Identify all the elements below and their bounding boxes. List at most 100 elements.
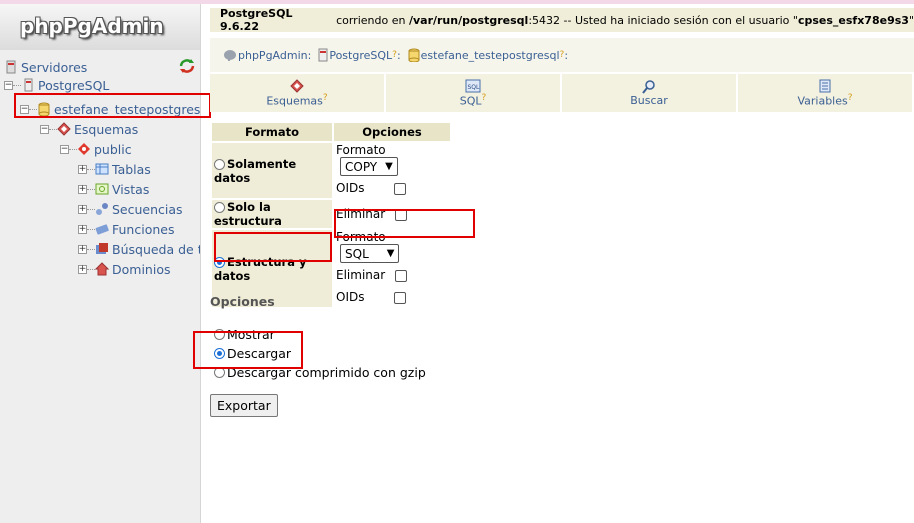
tree-servers[interactable]: Servidores	[4, 58, 87, 76]
tab-label: SQL	[459, 94, 482, 108]
radio-data-only[interactable]	[214, 158, 225, 170]
highlight-download	[193, 331, 303, 369]
logo[interactable]: phpPgAdmin	[0, 4, 200, 50]
tree-label: Vistas	[112, 181, 150, 197]
tree-label: Esquemas	[74, 121, 139, 137]
tree-label: PostgreSQL	[38, 77, 110, 93]
topbar-text: :5432 -- Usted ha iniciado sesión con el…	[528, 13, 798, 27]
help-icon[interactable]: ?	[392, 50, 397, 60]
help-icon[interactable]: ?	[482, 93, 487, 103]
tab-label: Esquemas	[266, 94, 323, 108]
server-icon	[318, 48, 328, 62]
help-icon[interactable]: ?	[848, 93, 853, 103]
tab-label: Buscar	[630, 93, 668, 107]
breadcrumb-database-label: estefane_testepostgresql	[420, 48, 560, 62]
data-format-select[interactable]: COPY ▼	[340, 157, 398, 176]
export-button[interactable]: Exportar	[210, 394, 278, 417]
data-oids-checkbox[interactable]	[394, 182, 407, 195]
chevron-down-icon: ▼	[385, 161, 393, 172]
header-options: Opciones	[334, 123, 450, 141]
schemas-icon	[57, 122, 71, 136]
tree-item-funciones[interactable]: + Funciones	[78, 220, 174, 238]
tab-buscar[interactable]: Buscar	[562, 74, 738, 112]
login-user: cpses_esfx78e9s3	[797, 13, 909, 27]
breadcrumb-server-label: PostgreSQL	[329, 48, 393, 62]
expand-icon[interactable]: +	[78, 164, 87, 174]
expand-icon[interactable]: +	[78, 184, 87, 194]
tab-label: Variables	[797, 94, 848, 108]
help-icon[interactable]: ?	[323, 93, 328, 103]
oids-label: OIDs	[336, 290, 365, 304]
collapse-icon[interactable]: −	[40, 124, 49, 134]
tree-server[interactable]: − PostgreSQL	[4, 76, 109, 94]
database-icon	[408, 48, 420, 62]
tab-variables[interactable]: Variables?	[738, 74, 914, 112]
views-icon	[95, 183, 109, 195]
tree-schema-public[interactable]: − public	[60, 140, 132, 158]
breadcrumb-server[interactable]: PostgreSQL?:	[317, 48, 401, 62]
sd-oids-checkbox[interactable]	[394, 291, 407, 304]
option-structure-only[interactable]: Solo la estructura	[212, 200, 332, 228]
output-options-title: Opciones	[210, 294, 275, 309]
data-format-row: Formato COPY ▼	[334, 143, 450, 176]
option-data-only[interactable]: Solamente datos	[212, 143, 332, 198]
oids-label: OIDs	[336, 181, 365, 195]
tables-icon	[95, 163, 109, 175]
topbar-text: corriendo en	[332, 13, 409, 27]
radio-structure-only[interactable]	[214, 202, 225, 213]
logo-text: phpPgAdmin	[20, 14, 164, 38]
header-format: Formato	[212, 123, 332, 141]
svg-text:SQL: SQL	[468, 84, 481, 91]
help-icon[interactable]: ?	[560, 50, 565, 60]
sequences-icon	[96, 203, 108, 215]
tree-item-busqueda[interactable]: + Búsqueda de texto completo	[78, 240, 200, 258]
search-icon	[642, 79, 655, 94]
expand-icon[interactable]: +	[78, 244, 87, 254]
refresh-icon[interactable]	[178, 58, 196, 74]
functions-icon	[95, 224, 109, 235]
tree-item-vistas[interactable]: + Vistas	[78, 180, 149, 198]
schema-icon	[78, 143, 90, 155]
fulltext-search-icon	[96, 243, 108, 254]
tree-label: Funciones	[112, 221, 175, 237]
option-label: Solamente datos	[214, 156, 297, 185]
tree-schemas[interactable]: − Esquemas	[40, 120, 138, 138]
topbar-text: "	[908, 13, 914, 27]
tree-label: Servidores	[21, 59, 88, 75]
sql-icon: SQL	[465, 79, 481, 93]
tree-item-tablas[interactable]: + Tablas	[78, 160, 151, 178]
tab-sql[interactable]: SQL SQL?	[386, 74, 562, 112]
highlight-structure-and-data	[214, 232, 332, 262]
tree-label: public	[94, 141, 132, 157]
tree-item-dominios[interactable]: + Dominios	[78, 260, 170, 278]
sd-oids-row: OIDs	[334, 287, 450, 307]
collapse-icon[interactable]: −	[4, 80, 13, 90]
format-label: Formato	[336, 143, 386, 157]
domains-icon	[95, 262, 109, 276]
server-version: PostgreSQL 9.6.22	[220, 7, 293, 33]
schemas-icon	[290, 78, 304, 93]
select-value: COPY	[345, 159, 378, 174]
tab-esquemas[interactable]: Esquemas?	[210, 74, 386, 112]
sd-format-select[interactable]: SQL ▼	[340, 244, 400, 263]
breadcrumb-database[interactable]: estefane_testepostgresql?:	[407, 48, 568, 62]
server-group-icon	[6, 60, 16, 74]
data-oids-row: OIDs	[334, 178, 450, 198]
drop-label: Eliminar	[336, 268, 386, 282]
sd-drop-checkbox[interactable]	[395, 269, 407, 282]
connection-info-bar: PostgreSQL 9.6.22 corriendo en /var/run/…	[210, 7, 914, 33]
tree-item-secuencias[interactable]: + Secuencias	[78, 200, 183, 218]
expand-icon[interactable]: +	[78, 264, 87, 274]
host-path: /var/run/postgresql	[408, 13, 529, 27]
collapse-icon[interactable]: −	[60, 144, 69, 154]
tab-bar: Esquemas? SQL SQL? Buscar Variables?	[210, 74, 914, 112]
expand-icon[interactable]: +	[78, 204, 87, 214]
tree-label: Tablas	[112, 161, 151, 177]
breadcrumb-app[interactable]: phpPgAdmin:	[222, 48, 311, 62]
variables-icon	[819, 79, 831, 93]
tree-label: Secuencias	[112, 201, 183, 217]
expand-icon[interactable]: +	[78, 224, 87, 234]
breadcrumb: phpPgAdmin: PostgreSQL?: estefane_testep…	[210, 38, 914, 72]
tree-panel: phpPgAdmin Servidores − PostgreSQL − est…	[0, 4, 201, 523]
tree-label: Búsqueda de texto completo	[112, 241, 200, 257]
